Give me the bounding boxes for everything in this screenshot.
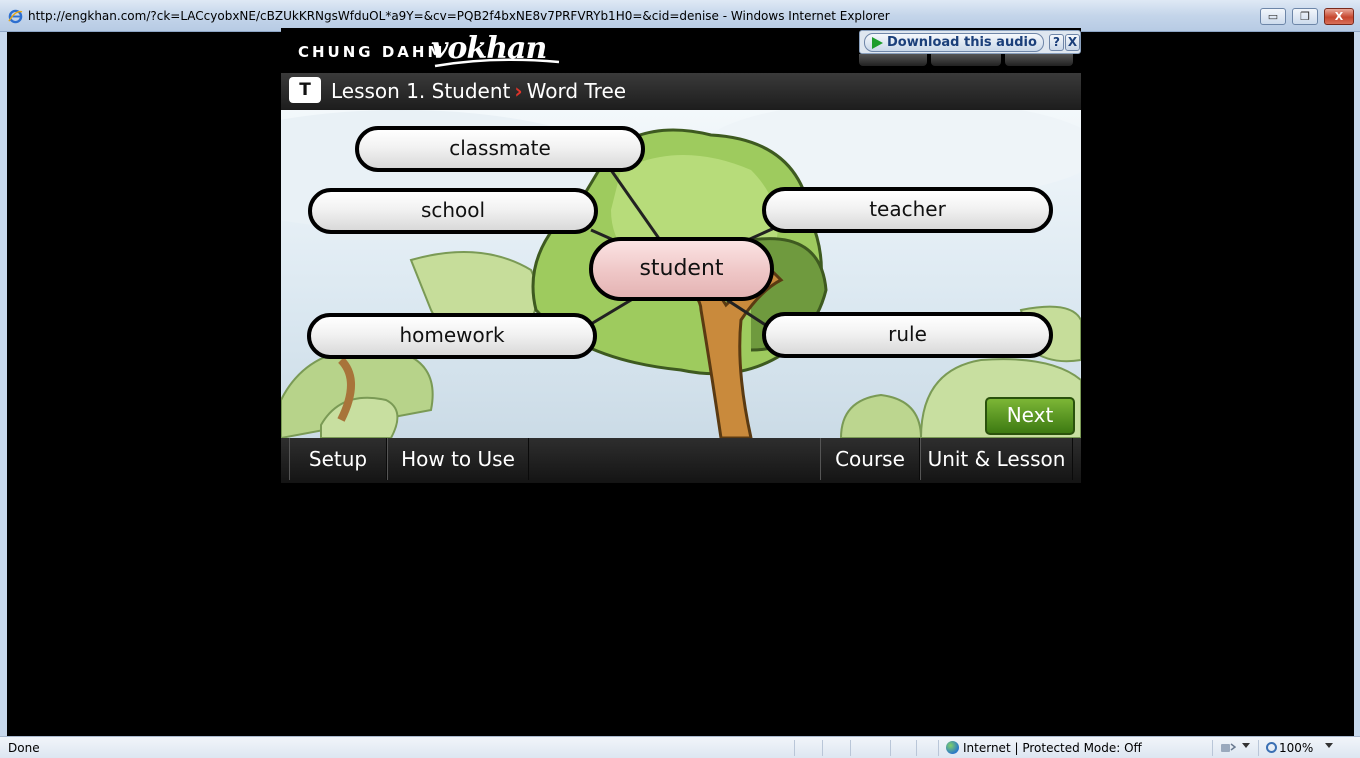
- minimize-button[interactable]: ▭: [1260, 8, 1286, 25]
- unit-lesson-button[interactable]: Unit & Lesson: [920, 438, 1073, 480]
- internet-explorer-icon: [8, 9, 23, 24]
- window-title: http://engkhan.com/?ck=LACcyobxNE/cBZUkK…: [28, 9, 890, 23]
- lesson-type-badge: T: [289, 77, 321, 103]
- maximize-button[interactable]: ❐: [1292, 8, 1318, 25]
- globe-icon: [946, 741, 959, 754]
- bottom-nav-bar: Setup How to Use Course Unit & Lesson: [281, 438, 1081, 483]
- chevron-right-icon: ›: [514, 79, 523, 103]
- status-divider: [822, 740, 823, 756]
- vokhan-app: CHUNG DAHM vokhan Download this audio ? …: [281, 28, 1081, 483]
- breadcrumb: Lesson 1. Student › Word Tree: [331, 79, 626, 103]
- home-tool-button[interactable]: [859, 54, 927, 66]
- word-classmate[interactable]: classmate: [355, 126, 645, 172]
- breadcrumb-lesson: Lesson 1. Student: [331, 79, 511, 103]
- brand-name: CHUNG DAHM: [298, 43, 446, 61]
- minimize-icon: ▭: [1267, 10, 1279, 23]
- search-tool-button[interactable]: [931, 54, 1001, 66]
- security-zone-label: Internet | Protected Mode: Off: [963, 741, 1142, 755]
- app-header: CHUNG DAHM vokhan Download this audio ? …: [281, 28, 1081, 73]
- word-homework[interactable]: homework: [307, 313, 597, 359]
- zoom-icon: [1266, 742, 1277, 753]
- status-divider: [938, 740, 939, 756]
- word-school[interactable]: school: [308, 188, 598, 234]
- word-rule[interactable]: rule: [762, 312, 1053, 358]
- status-divider: [916, 740, 917, 756]
- word-tree-stage: classmate school teacher student homewor…: [281, 110, 1081, 438]
- status-bar: Done Internet | Protected Mode: Off 100%: [0, 736, 1360, 758]
- chevron-down-icon[interactable]: [1242, 743, 1250, 748]
- status-divider: [1212, 740, 1213, 756]
- setup-button[interactable]: Setup: [289, 438, 387, 480]
- logo-swoosh-icon: [434, 58, 560, 68]
- restore-icon: ❐: [1300, 10, 1310, 23]
- status-divider: [850, 740, 851, 756]
- close-icon: X: [1334, 10, 1344, 23]
- status-divider: [890, 740, 891, 756]
- course-button[interactable]: Course: [820, 438, 920, 480]
- close-window-button[interactable]: X: [1324, 8, 1354, 25]
- zoom-level-label: 100%: [1279, 741, 1314, 755]
- close-download-bar-button[interactable]: X: [1065, 34, 1080, 51]
- breadcrumb-page: Word Tree: [526, 79, 627, 103]
- help-button[interactable]: ?: [1049, 34, 1064, 51]
- window-frame-right: [1354, 32, 1360, 736]
- play-icon: [872, 37, 883, 49]
- toolbar-buttons: [859, 54, 1075, 66]
- download-audio-label: Download this audio: [887, 35, 1037, 50]
- protected-mode-icon[interactable]: [1220, 741, 1236, 754]
- chevron-down-icon[interactable]: [1325, 743, 1333, 748]
- word-teacher[interactable]: teacher: [762, 187, 1053, 233]
- security-zone[interactable]: Internet | Protected Mode: Off: [946, 741, 1142, 755]
- status-divider: [1258, 740, 1259, 756]
- lesson-title-bar: T Lesson 1. Student › Word Tree: [281, 73, 1081, 110]
- zoom-level[interactable]: 100%: [1266, 741, 1313, 755]
- close-tool-button[interactable]: [1005, 54, 1073, 66]
- how-to-use-button[interactable]: How to Use: [387, 438, 529, 480]
- download-audio-button[interactable]: Download this audio: [864, 33, 1044, 52]
- download-audio-bar: Download this audio ? X: [859, 30, 1081, 54]
- status-divider: [794, 740, 795, 756]
- window-frame-left: [0, 32, 7, 736]
- word-student-center[interactable]: student: [589, 237, 774, 301]
- status-text: Done: [8, 741, 40, 755]
- next-button[interactable]: Next: [985, 397, 1075, 435]
